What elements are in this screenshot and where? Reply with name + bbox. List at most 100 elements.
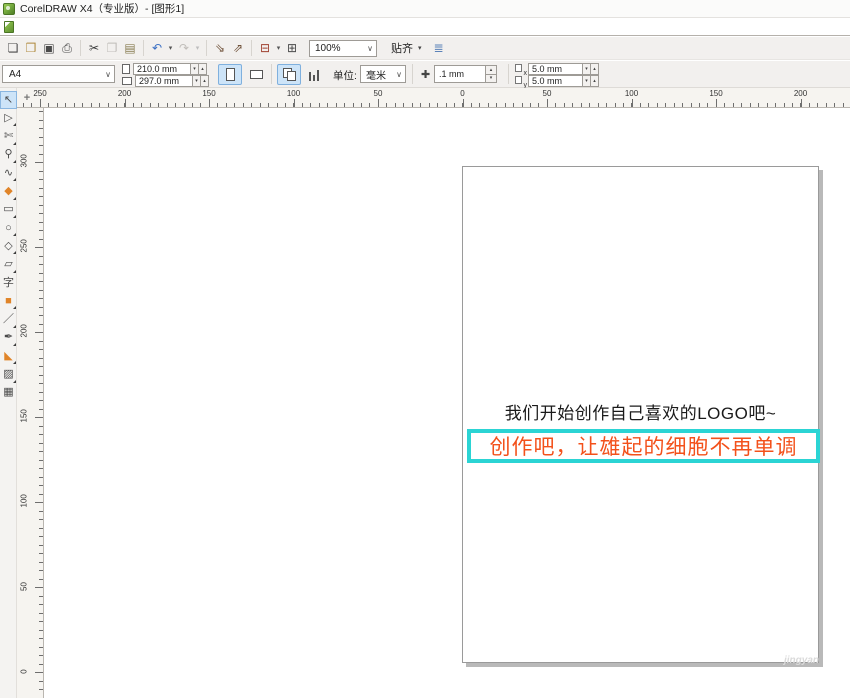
duplicate-y-field[interactable]: 5.0 mm <box>528 75 583 87</box>
cut-button[interactable]: ✂ <box>85 39 103 57</box>
paper-width-field[interactable]: 210.0 mm <box>133 63 191 75</box>
pick-tool[interactable]: ↖ <box>0 91 17 109</box>
ruler-tick <box>39 111 43 112</box>
paper-width-spinner[interactable]: ▾▴ <box>191 63 207 75</box>
fill-tool[interactable]: ◣ <box>0 347 17 365</box>
copy-button[interactable]: ❐ <box>103 39 121 57</box>
eyedropper-tool[interactable]: ／ <box>0 311 17 329</box>
interactive-fill-tool[interactable]: ▨ <box>0 366 17 384</box>
import-button[interactable]: ⇘ <box>211 39 229 57</box>
undo-dropdown[interactable]: ▾ <box>166 39 175 57</box>
ruler-tick <box>39 545 43 546</box>
ruler-tick <box>39 188 43 189</box>
paste-button[interactable]: ▤ <box>121 39 139 57</box>
outline-pen-tool[interactable]: ✒ <box>0 329 17 347</box>
table-tool[interactable]: ▦ <box>0 384 17 402</box>
redo-dropdown[interactable]: ▾ <box>193 39 202 57</box>
export-button[interactable]: ⇗ <box>229 39 247 57</box>
rectangle-tool[interactable]: ▭ <box>0 201 17 219</box>
ruler-tick <box>758 103 759 107</box>
ruler-tick <box>471 103 472 107</box>
ruler-tick <box>429 103 430 107</box>
drawing-canvas[interactable]: 我们开始创作自己喜欢的LOGO吧~ 创作吧，让雄起的细胞不再单调 jingyan <box>44 108 850 698</box>
shape-tool[interactable]: ▷ <box>0 109 17 127</box>
eyedropper-tool-icon: ／ <box>3 314 14 325</box>
chevron-down-icon[interactable]: ▾ <box>418 44 422 52</box>
crop-tool[interactable]: ✄ <box>0 128 17 146</box>
ruler-tick <box>39 460 43 461</box>
ruler-major-tick <box>35 162 43 163</box>
blend-tool[interactable]: ■ <box>0 292 17 310</box>
application-launcher-dropdown[interactable]: ▾ <box>274 39 283 57</box>
paper-type-value: A4 <box>9 69 21 80</box>
zoom-level-combo[interactable]: 100% ∨ <box>309 40 377 57</box>
vertical-ruler[interactable]: 300250200150100500 <box>17 108 44 698</box>
ruler-tick <box>361 103 362 107</box>
chevron-down-icon[interactable]: ∨ <box>393 70 405 79</box>
chevron-down-icon[interactable]: ∨ <box>364 44 376 53</box>
open-folder-icon: ❒ <box>26 42 37 54</box>
zoom-tool[interactable]: ⚲ <box>0 146 17 164</box>
save-button[interactable]: ▣ <box>40 39 58 57</box>
print-button[interactable]: ⎙ <box>58 39 76 57</box>
smart-fill-tool[interactable]: ◆ <box>0 183 17 201</box>
horizontal-ruler[interactable]: + 25020015010050050100150200 <box>17 88 850 108</box>
landscape-button[interactable] <box>244 64 268 85</box>
ruler-tick <box>310 103 311 107</box>
current-page-button[interactable] <box>302 64 326 85</box>
ruler-tick <box>39 604 43 605</box>
ruler-tick <box>39 477 43 478</box>
undo-button[interactable]: ↶ <box>148 39 166 57</box>
portrait-button[interactable] <box>218 64 242 85</box>
new-document-icon: ❏ <box>8 42 19 54</box>
ruler-tick <box>39 621 43 622</box>
freehand-tool[interactable]: ∿ <box>0 164 17 182</box>
ruler-tick <box>39 689 43 690</box>
ruler-tick <box>39 655 43 656</box>
ellipse-tool[interactable]: ○ <box>0 219 17 237</box>
ruler-label: 150 <box>709 89 722 98</box>
propbar-separator <box>412 64 413 84</box>
ruler-tick <box>74 103 75 107</box>
paper-type-combo[interactable]: A4 ∨ <box>2 65 115 83</box>
open-folder-button[interactable]: ❒ <box>22 39 40 57</box>
duplicate-x-row: x 5.0 mm ▾▴ <box>515 63 599 75</box>
ruler-tick <box>39 273 43 274</box>
toolbar-options-icon[interactable]: ≣ <box>434 41 444 55</box>
ruler-major-tick <box>40 99 41 107</box>
nudge-spinner[interactable]: ▴▾ <box>486 65 497 83</box>
ruler-tick <box>251 103 252 107</box>
text-tool[interactable]: 字 <box>0 274 17 292</box>
basic-shapes-tool[interactable]: ▱ <box>0 256 17 274</box>
new-document-button[interactable]: ❏ <box>4 39 22 57</box>
duplicate-y-spinner[interactable]: ▾▴ <box>583 75 599 87</box>
ruler-major-tick <box>632 99 633 107</box>
ruler-tick <box>775 103 776 107</box>
flyout-indicator <box>13 343 16 346</box>
paper-height-spinner[interactable]: ▾▴ <box>193 75 209 87</box>
snap-menu[interactable]: 贴齐 ▾ <box>391 40 422 56</box>
paste-icon: ▤ <box>124 42 135 54</box>
chevron-down-icon[interactable]: ∨ <box>102 70 114 79</box>
welcome-screen-button[interactable]: ⊞ <box>283 39 301 57</box>
ruler-tick <box>39 613 43 614</box>
all-pages-button[interactable] <box>277 64 301 85</box>
redo-button[interactable]: ↷ <box>175 39 193 57</box>
ruler-major-tick <box>294 99 295 107</box>
ruler-tick <box>513 103 514 107</box>
toolbar-separator <box>143 40 144 56</box>
flyout-indicator <box>13 251 16 254</box>
duplicate-x-spinner[interactable]: ▾▴ <box>583 63 599 75</box>
ruler-tick <box>665 103 666 107</box>
nudge-offset-field[interactable]: .1 mm <box>434 65 486 83</box>
document-icon[interactable] <box>4 21 14 33</box>
units-combo[interactable]: 毫米 ∨ <box>360 65 406 83</box>
nudge-row: .1 mm ▴▾ <box>434 65 497 83</box>
ruler-tick <box>682 103 683 107</box>
paper-height-field[interactable]: 297.0 mm <box>135 75 193 87</box>
ruler-tick <box>277 103 278 107</box>
ruler-tick <box>39 511 43 512</box>
polygon-tool[interactable]: ◇ <box>0 237 17 255</box>
application-launcher-button[interactable]: ⊟ <box>256 39 274 57</box>
duplicate-x-field[interactable]: 5.0 mm <box>528 63 583 75</box>
